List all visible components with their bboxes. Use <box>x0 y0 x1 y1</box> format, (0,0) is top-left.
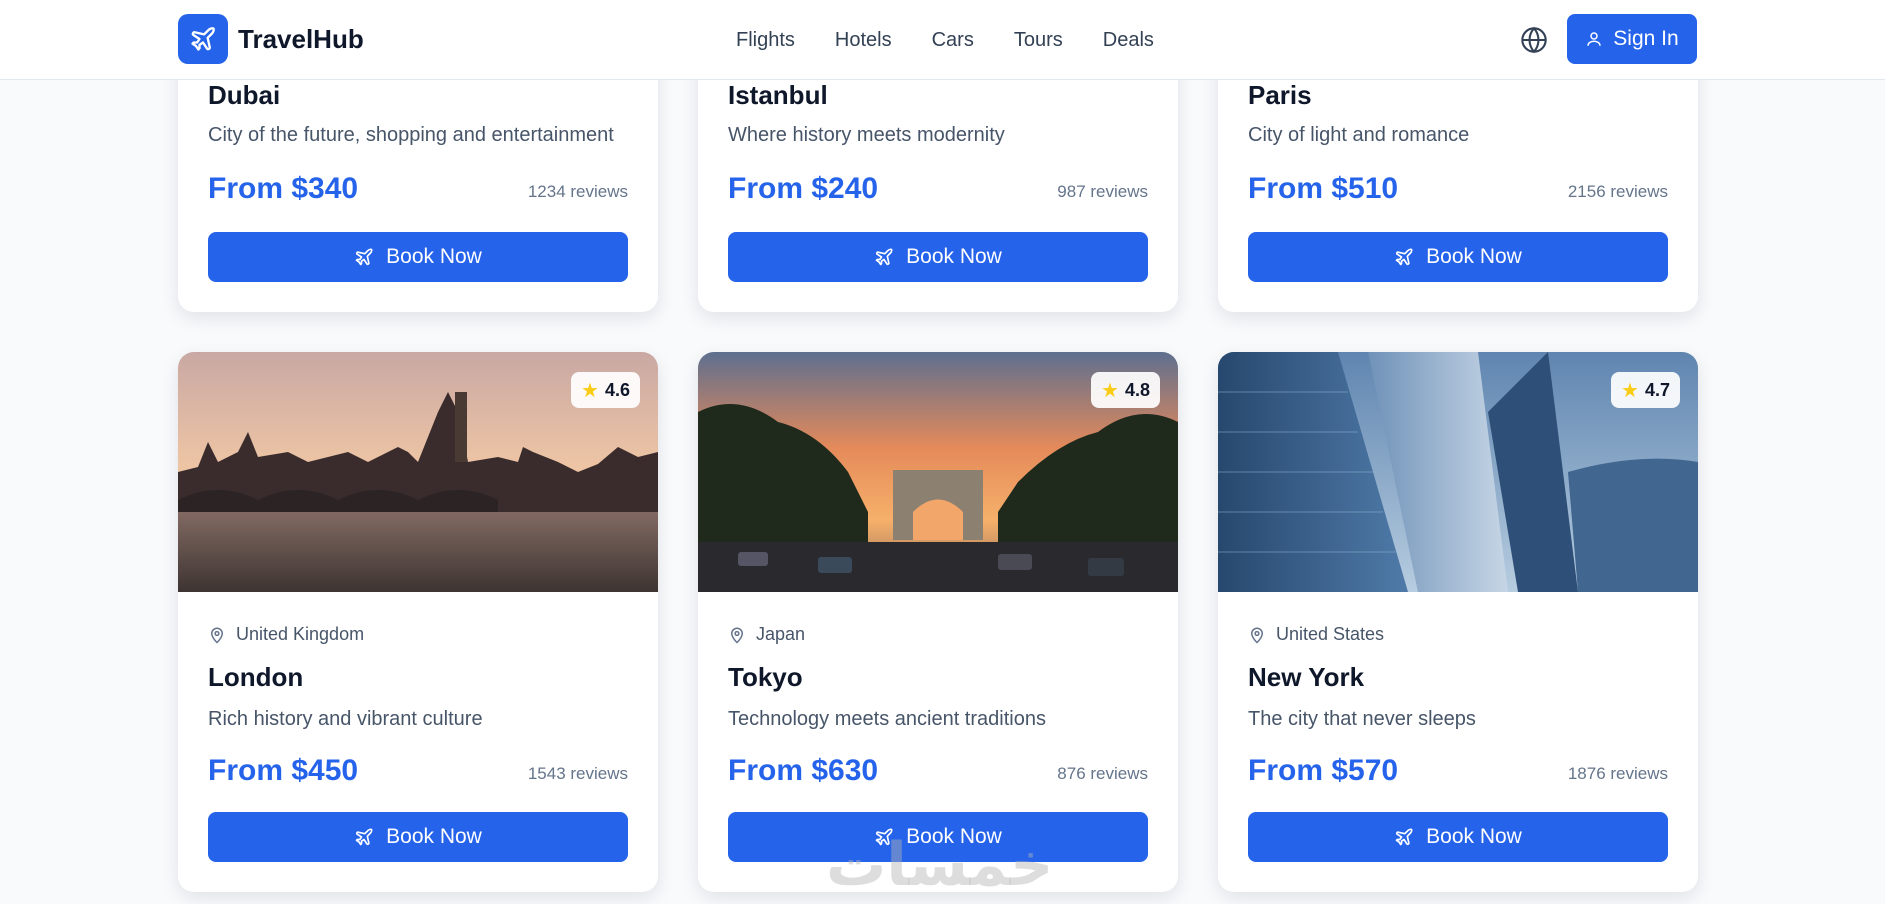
map-pin-icon <box>730 627 744 644</box>
card-city: London <box>208 662 304 692</box>
card-description: The city that never sleeps <box>1248 708 1476 730</box>
nav-tours[interactable]: Tours <box>1014 29 1063 52</box>
nav-deals[interactable]: Deals <box>1103 29 1154 52</box>
book-now-label: Book Now <box>906 245 1002 268</box>
card-description: City of light and romance <box>1248 124 1470 146</box>
card-price: From $570 <box>1248 754 1399 787</box>
sign-in-button[interactable]: Sign In <box>1567 14 1697 64</box>
watermark: خمسات <box>826 830 1054 900</box>
card-location: United Kingdom <box>208 624 364 645</box>
card-city: Dubai <box>208 80 281 110</box>
plane-icon <box>355 248 373 266</box>
nav-hotels[interactable]: Hotels <box>835 29 892 52</box>
card-city: New York <box>1248 662 1365 692</box>
book-now-button[interactable]: Book Now <box>208 232 628 282</box>
brand-name: TravelHub <box>238 23 364 54</box>
book-now-button[interactable]: Book Now <box>728 232 1148 282</box>
card-city: Tokyo <box>728 662 803 692</box>
star-icon: ★ <box>1621 379 1639 402</box>
main-nav: Flights Hotels Cars Tours Deals <box>736 0 1194 80</box>
plane-icon <box>1395 828 1413 846</box>
rating-badge: ★ 4.7 <box>1611 372 1680 408</box>
card-reviews: 1234 reviews <box>527 182 628 201</box>
card-reviews: 1543 reviews <box>527 764 628 783</box>
rating-badge: ★ 4.6 <box>571 372 640 408</box>
card-description: Rich history and vibrant culture <box>208 708 483 730</box>
rating-badge: ★ 4.8 <box>1091 372 1160 408</box>
card-price: From $510 <box>1248 172 1399 205</box>
card-location: United States <box>1248 624 1384 645</box>
rating-value: 4.8 <box>1124 379 1150 400</box>
destination-card-new-york: ★ 4.7 United States New York The city th… <box>1218 352 1698 892</box>
book-now-button[interactable]: Book Now <box>1248 232 1668 282</box>
rating-value: 4.7 <box>1644 379 1670 400</box>
plane-icon <box>1395 248 1413 266</box>
card-description: Where history meets modernity <box>728 124 1005 146</box>
card-location: Japan <box>728 624 805 645</box>
destination-card-tokyo: ★ 4.8 Japan Tokyo Technology meets ancie… <box>698 352 1178 892</box>
card-country: United Kingdom <box>236 624 365 644</box>
book-now-button[interactable]: Book Now <box>208 812 628 862</box>
star-icon: ★ <box>1101 379 1119 402</box>
book-now-label: Book Now <box>1426 825 1522 848</box>
brand-logo[interactable]: TravelHub <box>178 14 364 64</box>
user-icon <box>1587 32 1602 46</box>
card-city: Istanbul <box>728 80 828 110</box>
card-description: City of the future, shopping and enterta… <box>208 124 614 146</box>
top-navbar: TravelHub Flights Hotels Cars Tours Deal… <box>0 0 1885 80</box>
book-now-label: Book Now <box>386 825 482 848</box>
card-reviews: 876 reviews <box>1057 764 1148 783</box>
plane-logo-icon <box>178 14 228 64</box>
card-price: From $240 <box>728 172 879 205</box>
card-country: Japan <box>756 624 806 644</box>
plane-icon <box>875 248 893 266</box>
card-city: Paris <box>1248 80 1312 110</box>
book-now-label: Book Now <box>1426 245 1522 268</box>
card-reviews: 1876 reviews <box>1567 764 1668 783</box>
card-description: Technology meets ancient traditions <box>728 708 1046 730</box>
nav-flights[interactable]: Flights <box>736 29 795 52</box>
destination-card-london: ★ 4.6 United Kingdom London Rich history… <box>178 352 658 892</box>
sign-in-label: Sign In <box>1613 27 1679 50</box>
card-price: From $450 <box>208 754 359 787</box>
book-now-button[interactable]: Book Now <box>1248 812 1668 862</box>
plane-icon <box>355 828 373 846</box>
card-country: United States <box>1276 624 1385 644</box>
map-pin-icon <box>210 627 224 644</box>
card-price: From $340 <box>208 172 359 205</box>
nav-cars[interactable]: Cars <box>932 29 974 52</box>
card-price: From $630 <box>728 754 879 787</box>
card-reviews: 987 reviews <box>1057 182 1148 201</box>
map-pin-icon <box>1250 627 1264 644</box>
book-now-label: Book Now <box>386 245 482 268</box>
rating-value: 4.6 <box>604 379 630 400</box>
star-icon: ★ <box>581 379 599 402</box>
globe-icon[interactable] <box>1520 26 1548 54</box>
card-reviews: 2156 reviews <box>1567 182 1668 201</box>
